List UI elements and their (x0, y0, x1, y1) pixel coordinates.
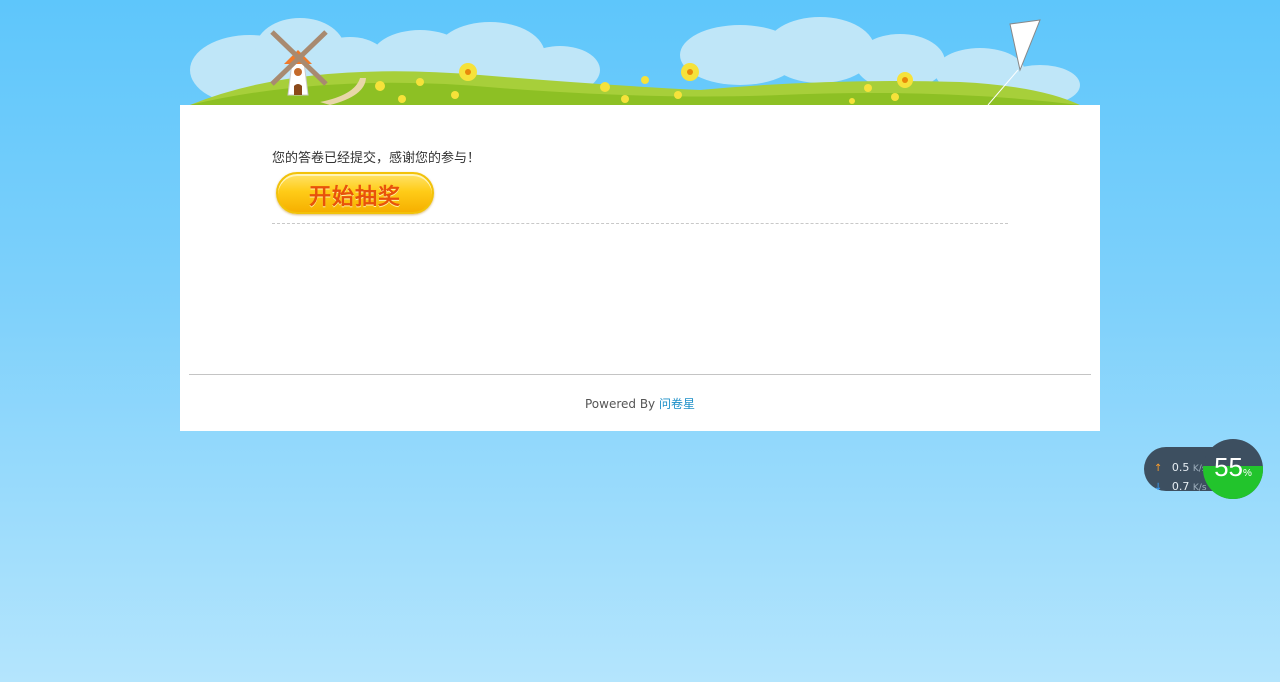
usage-percent-sign: % (1243, 468, 1252, 479)
result-card: 您的答卷已经提交，感谢您的参与！ 开始抽奖 Powered By 问卷星 (180, 105, 1100, 431)
network-speed-widget[interactable]: ↑ 0.5 K/s ↓ 0.7 K/s 55% (1144, 439, 1264, 499)
powered-by-text: Powered By (584, 397, 656, 411)
brand-link[interactable]: 问卷星 (659, 397, 695, 411)
start-lottery-label: 开始抽奖 (308, 185, 401, 210)
arrow-down-icon: ↓ (1154, 482, 1163, 493)
upload-speed-row: ↑ 0.5 K/s (1154, 461, 1207, 474)
usage-percent: 55% (1203, 452, 1263, 483)
arrow-up-icon: ↑ (1154, 463, 1163, 474)
header-banner (180, 0, 1100, 105)
download-speed-value: 0.7 (1171, 480, 1190, 493)
dashed-divider (272, 223, 1008, 224)
footer: Powered By 问卷星 (180, 395, 1100, 412)
landscape-illustration (190, 17, 1080, 105)
usage-gauge[interactable]: 55% (1203, 439, 1263, 499)
start-lottery-button[interactable]: 开始抽奖 (276, 172, 434, 214)
submission-thanks-message: 您的答卷已经提交，感谢您的参与！ (272, 151, 481, 166)
download-speed-row: ↓ 0.7 K/s (1154, 480, 1207, 493)
usage-percent-value: 55 (1214, 452, 1243, 482)
upload-speed-value: 0.5 (1171, 461, 1190, 474)
footer-divider (189, 374, 1091, 375)
